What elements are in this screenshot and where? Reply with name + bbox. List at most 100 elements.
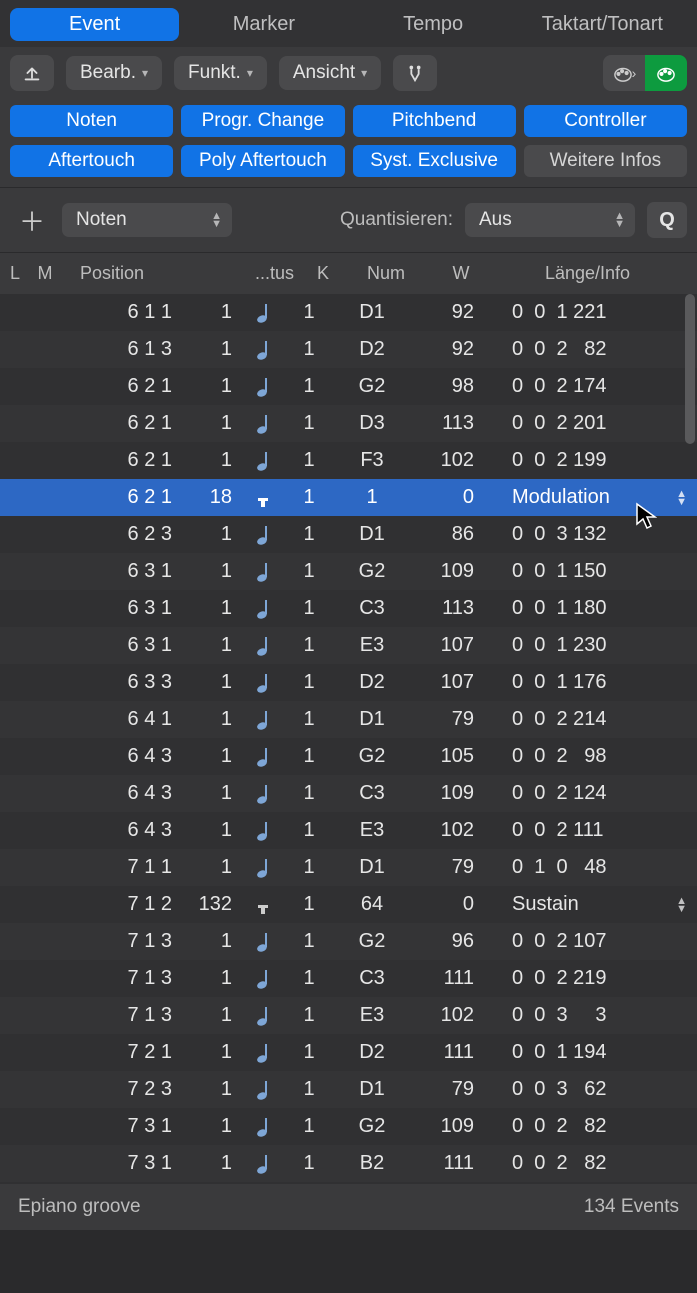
cell-channel[interactable]: 1 [286, 930, 332, 953]
cell-length[interactable]: 0 0 1 230 [482, 634, 697, 657]
event-row[interactable]: 7 1 21321640Sustain▲▼ [0, 886, 697, 923]
cell-subtick[interactable]: 1 [180, 967, 240, 990]
cell-num[interactable]: D2 [332, 338, 412, 361]
cell-channel[interactable]: 1 [286, 1152, 332, 1175]
cell-num[interactable]: D1 [332, 1078, 412, 1101]
col-w[interactable]: W [426, 263, 496, 284]
event-row[interactable]: 7 3 111D31130 0 2 89 [0, 1182, 697, 1184]
cell-subtick[interactable]: 1 [180, 449, 240, 472]
cell-subtick[interactable]: 1 [180, 671, 240, 694]
event-row[interactable]: 6 2 111D31130 0 2 201 [0, 405, 697, 442]
cell-length[interactable]: 0 0 3 132 [482, 523, 697, 546]
cell-position[interactable]: 7 1 3 [60, 1004, 180, 1027]
event-row[interactable]: 7 1 311G2960 0 2 107 [0, 923, 697, 960]
cell-length[interactable]: 0 0 2 82 [482, 1115, 697, 1138]
cell-num[interactable]: C3 [332, 967, 412, 990]
col-position[interactable]: Position [60, 263, 240, 284]
cell-subtick[interactable]: 1 [180, 708, 240, 731]
cell-value[interactable]: 105 [412, 745, 482, 768]
cell-length[interactable]: 0 0 2 124 [482, 782, 697, 805]
cell-channel[interactable]: 1 [286, 375, 332, 398]
quantize-button[interactable]: Q [647, 202, 687, 238]
event-row[interactable]: 7 2 311D1790 0 3 62 [0, 1071, 697, 1108]
cell-position[interactable]: 7 1 1 [60, 856, 180, 879]
event-row[interactable]: 6 4 311C31090 0 2 124 [0, 775, 697, 812]
cell-length[interactable]: 0 0 1 180 [482, 597, 697, 620]
updown-icon[interactable]: ▲▼ [676, 897, 687, 913]
cell-value[interactable]: 113 [412, 597, 482, 620]
cell-position[interactable]: 7 3 1 [60, 1152, 180, 1175]
cell-channel[interactable]: 1 [286, 412, 332, 435]
cell-channel[interactable]: 1 [286, 819, 332, 842]
cell-subtick[interactable]: 1 [180, 1152, 240, 1175]
cell-length[interactable]: 0 1 0 48 [482, 856, 697, 879]
cell-num[interactable]: E3 [332, 1004, 412, 1027]
cell-position[interactable]: 6 2 1 [60, 449, 180, 472]
cell-channel[interactable]: 1 [286, 634, 332, 657]
col-length[interactable]: Länge/Info [496, 263, 679, 284]
cell-length[interactable]: 0 0 1 221 [482, 301, 697, 324]
cell-position[interactable]: 7 3 1 [60, 1115, 180, 1138]
event-row[interactable]: 7 3 111G21090 0 2 82 [0, 1108, 697, 1145]
cell-position[interactable]: 6 4 1 [60, 708, 180, 731]
cell-value[interactable]: 102 [412, 449, 482, 472]
cell-num[interactable]: B2 [332, 1152, 412, 1175]
cell-position[interactable]: 6 2 3 [60, 523, 180, 546]
event-row[interactable]: 6 1 111D1920 0 1 221 [0, 294, 697, 331]
cell-subtick[interactable]: 1 [180, 301, 240, 324]
event-row[interactable]: 6 3 111G21090 0 1 150 [0, 553, 697, 590]
cell-subtick[interactable]: 1 [180, 523, 240, 546]
cell-value[interactable]: 92 [412, 301, 482, 324]
tab-taktarttonart[interactable]: Taktart/Tonart [518, 8, 687, 41]
event-row[interactable]: 6 4 311G21050 0 2 98 [0, 738, 697, 775]
cell-num[interactable]: D1 [332, 301, 412, 324]
cell-length[interactable]: 0 0 1 176 [482, 671, 697, 694]
cell-length[interactable]: 0 0 2 107 [482, 930, 697, 953]
cell-length[interactable]: 0 0 3 62 [482, 1078, 697, 1101]
event-row[interactable]: 6 2 111G2980 0 2 174 [0, 368, 697, 405]
cell-subtick[interactable]: 1 [180, 1078, 240, 1101]
cell-subtick[interactable]: 1 [180, 1004, 240, 1027]
cell-num[interactable]: G2 [332, 1115, 412, 1138]
cell-channel[interactable]: 1 [286, 671, 332, 694]
cell-subtick[interactable]: 1 [180, 634, 240, 657]
event-row[interactable]: 6 2 311D1860 0 3 132 [0, 516, 697, 553]
event-table-body[interactable]: 6 1 111D1920 0 1 2216 1 311D2920 0 2 826… [0, 294, 697, 1184]
cell-value[interactable]: 113 [412, 412, 482, 435]
filter-noten[interactable]: Noten [10, 105, 173, 137]
cell-subtick[interactable]: 1 [180, 338, 240, 361]
event-row[interactable]: 7 3 111B21110 0 2 82 [0, 1145, 697, 1182]
cell-channel[interactable]: 1 [286, 1004, 332, 1027]
cell-num[interactable]: D1 [332, 856, 412, 879]
cell-channel[interactable]: 1 [286, 782, 332, 805]
cell-num[interactable]: E3 [332, 634, 412, 657]
cell-position[interactable]: 7 1 2 [60, 893, 180, 916]
cell-channel[interactable]: 1 [286, 708, 332, 731]
cell-num[interactable]: D1 [332, 523, 412, 546]
event-row[interactable]: 6 4 111D1790 0 2 214 [0, 701, 697, 738]
cell-channel[interactable]: 1 [286, 597, 332, 620]
updown-icon[interactable]: ▲▼ [676, 490, 687, 506]
cell-num[interactable]: D3 [332, 412, 412, 435]
cell-num[interactable]: G2 [332, 745, 412, 768]
event-row[interactable]: 6 2 118110Modulation▲▼ [0, 479, 697, 516]
cell-subtick[interactable]: 1 [180, 782, 240, 805]
cell-channel[interactable]: 1 [286, 486, 332, 509]
cell-value[interactable]: 107 [412, 634, 482, 657]
cell-length[interactable]: 0 0 2 98 [482, 745, 697, 768]
filter-weitere-infos[interactable]: Weitere Infos [524, 145, 687, 177]
cell-num[interactable]: F3 [332, 449, 412, 472]
cell-position[interactable]: 7 2 3 [60, 1078, 180, 1101]
cell-value[interactable]: 0 [412, 486, 482, 509]
cell-value[interactable]: 86 [412, 523, 482, 546]
edit-menu[interactable]: Bearb. ▾ [66, 56, 162, 90]
add-event-button[interactable]: ＋ [14, 202, 50, 238]
cell-position[interactable]: 6 3 1 [60, 634, 180, 657]
cell-num[interactable]: C3 [332, 782, 412, 805]
cell-subtick[interactable]: 1 [180, 930, 240, 953]
tab-marker[interactable]: Marker [179, 8, 348, 41]
col-num[interactable]: Num [346, 263, 426, 284]
event-row[interactable]: 6 1 311D2920 0 2 82 [0, 331, 697, 368]
cell-position[interactable]: 6 2 1 [60, 375, 180, 398]
cell-value[interactable]: 111 [412, 1152, 482, 1175]
